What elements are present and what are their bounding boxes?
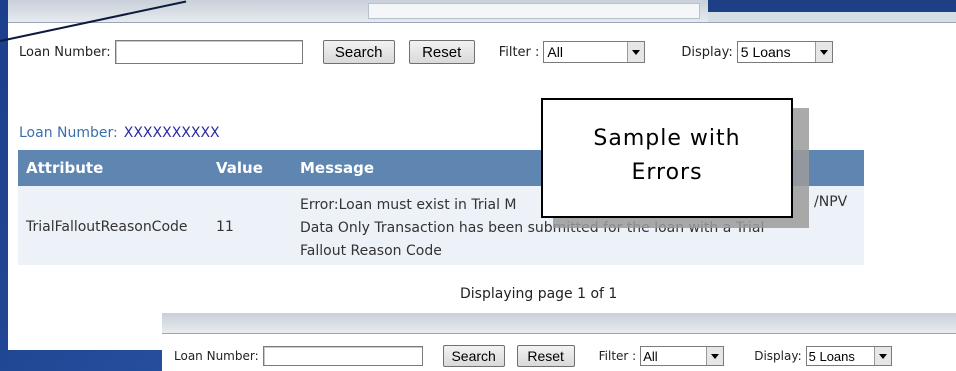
chevron-down-icon[interactable] [627, 42, 645, 62]
filter-select-value: All [547, 44, 563, 60]
cell-value: 11 [216, 219, 234, 235]
overlay-toolbar [162, 313, 956, 334]
chevron-down-icon[interactable] [873, 347, 891, 365]
filter-select[interactable]: All [640, 346, 725, 366]
display-select-value: 5 Loans [808, 348, 855, 364]
display-select-value: 5 Loans [740, 44, 791, 60]
header-message: Message [300, 159, 374, 177]
callout-line: Errors [631, 160, 703, 185]
toolbar-field [368, 3, 700, 19]
result-loan-label: Loan Number: [19, 125, 118, 141]
header-value: Value [216, 159, 263, 177]
loan-number-label: Loan Number: [174, 349, 259, 363]
filter-label: Filter : [598, 349, 637, 363]
loan-number-input[interactable] [262, 346, 423, 366]
chevron-down-icon[interactable] [706, 347, 724, 365]
window-frame-top [708, 0, 956, 12]
loan-number-input[interactable] [114, 40, 303, 64]
filter-select-value: All [643, 348, 658, 364]
search-button[interactable]: Search [442, 345, 505, 367]
callout-line: Sample with [593, 126, 741, 151]
loan-number-label: Loan Number: [19, 44, 111, 60]
pager-text: Displaying page 1 of 1 [460, 286, 618, 302]
display-label: Display: [754, 349, 802, 363]
overlay-window: Loan Number: Search Reset Filter : All D… [162, 313, 956, 371]
result-loan-number: XXXXXXXXXX [123, 125, 220, 141]
filter-select[interactable]: All [543, 41, 646, 63]
chevron-down-icon[interactable] [814, 42, 832, 62]
message-line-fragment: /NPV [814, 194, 848, 210]
display-select[interactable]: 5 Loans [805, 346, 892, 366]
reset-button[interactable]: Reset [408, 40, 475, 64]
display-select[interactable]: 5 Loans [736, 41, 833, 63]
search-button[interactable]: Search [322, 40, 395, 64]
message-line: Fallout Reason Code [300, 243, 442, 259]
reset-button[interactable]: Reset [516, 345, 575, 367]
overlay-search-bar: Loan Number: Search Reset Filter : All D… [174, 343, 892, 369]
sample-callout: Sample with Errors [541, 98, 793, 218]
display-label: Display: [681, 44, 733, 60]
result-loan-line: Loan Number: XXXXXXXXXX [19, 125, 220, 141]
window-frame-gap [708, 12, 956, 22]
header-attribute: Attribute [26, 159, 104, 177]
search-bar: Loan Number: Search Reset Filter : All D… [19, 38, 833, 66]
filter-label: Filter : [498, 44, 540, 60]
cell-attribute: TrialFalloutReasonCode [26, 219, 188, 235]
